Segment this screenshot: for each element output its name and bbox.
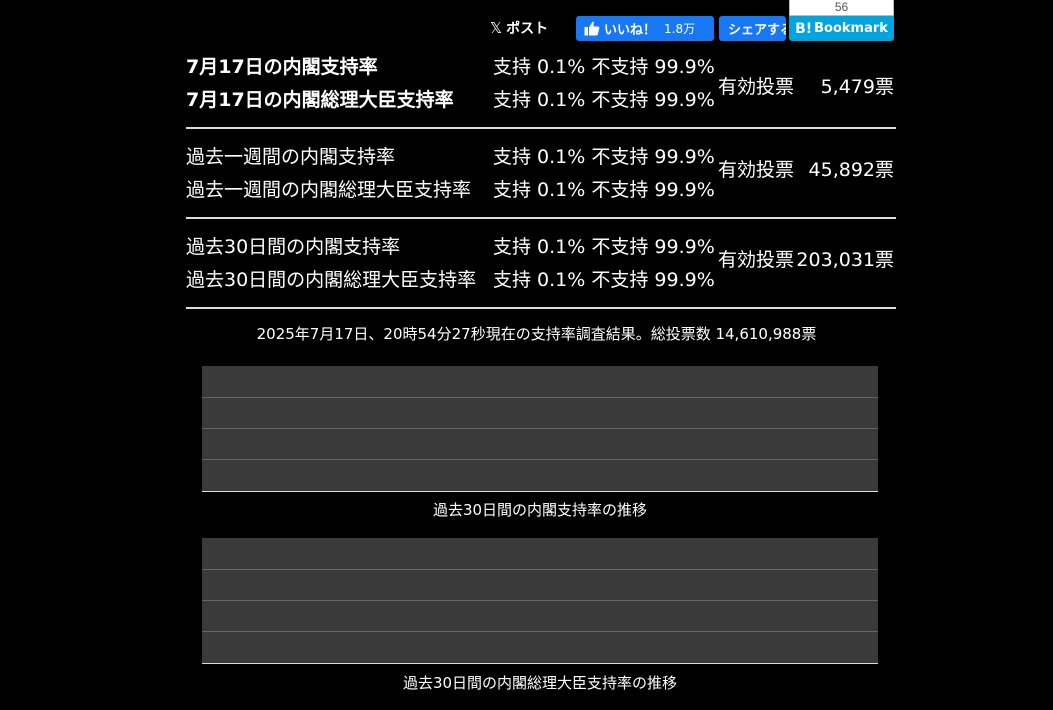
approval-results: 7月17日の内閣支持率 支持 0.1% 不支持 99.9% 7月17日の内閣総理… bbox=[186, 48, 896, 309]
result-label: 過去30日間の内閣総理大臣支持率 bbox=[186, 269, 477, 291]
facebook-share-label: シェアする bbox=[728, 23, 786, 38]
valid-votes-value: 5,479票 bbox=[820, 76, 894, 98]
x-post-button[interactable]: 𝕏 ポスト bbox=[490, 16, 548, 40]
cabinet-approval-trend-chart bbox=[202, 366, 878, 492]
results-today: 7月17日の内閣支持率 支持 0.1% 不支持 99.9% 7月17日の内閣総理… bbox=[186, 48, 896, 129]
x-logo-icon: 𝕏 bbox=[490, 19, 503, 37]
x-post-label: ポスト bbox=[506, 21, 549, 37]
result-rate: 支持 0.1% 不支持 99.9% bbox=[493, 56, 715, 78]
result-rate: 支持 0.1% 不支持 99.9% bbox=[493, 146, 715, 168]
valid-votes-label: 有効投票 bbox=[718, 76, 795, 98]
hatena-bookmark-label: Bookmark bbox=[814, 21, 888, 36]
hatena-bookmark-body[interactable]: B! Bookmark bbox=[789, 16, 894, 41]
valid-votes-value: 203,031票 bbox=[796, 249, 894, 271]
result-label: 過去一週間の内閣総理大臣支持率 bbox=[186, 179, 472, 201]
facebook-like-button[interactable]: いいね！ 1.8万 bbox=[576, 16, 714, 41]
hatena-bookmark-icon: B! bbox=[795, 20, 813, 37]
result-label: 過去30日間の内閣支持率 bbox=[186, 236, 401, 258]
valid-votes-label: 有効投票 bbox=[718, 249, 795, 271]
chart-gridline bbox=[202, 459, 878, 460]
result-rate: 支持 0.1% 不支持 99.9% bbox=[493, 89, 715, 111]
valid-votes-value: 45,892票 bbox=[808, 159, 894, 181]
result-label: 7月17日の内閣総理大臣支持率 bbox=[186, 89, 454, 111]
result-rate: 支持 0.1% 不支持 99.9% bbox=[493, 179, 715, 201]
thumbs-up-icon bbox=[584, 21, 600, 36]
cabinet-chart-caption: 過去30日間の内閣支持率の推移 bbox=[432, 501, 648, 519]
facebook-share-button[interactable]: シェアする bbox=[719, 16, 786, 41]
pm-approval-trend-chart bbox=[202, 538, 878, 664]
chart-gridline bbox=[202, 428, 878, 429]
result-rate: 支持 0.1% 不支持 99.9% bbox=[493, 236, 715, 258]
share-bar: 𝕏 ポスト いいね！ 1.8万 シェアする 56 B! Bookmark bbox=[0, 0, 1053, 44]
hatena-bookmark-button[interactable]: 56 B! Bookmark bbox=[789, 0, 894, 41]
pm-chart-caption: 過去30日間の内閣総理大臣支持率の推移 bbox=[402, 674, 678, 692]
result-rate: 支持 0.1% 不支持 99.9% bbox=[493, 269, 715, 291]
chart-gridline bbox=[202, 569, 878, 570]
chart-gridline bbox=[202, 397, 878, 398]
result-label: 7月17日の内閣支持率 bbox=[186, 56, 378, 78]
results-week: 過去一週間の内閣支持率 支持 0.1% 不支持 99.9% 過去一週間の内閣総理… bbox=[186, 129, 896, 219]
chart-gridline bbox=[202, 631, 878, 632]
survey-summary: 2025年7月17日、20時54分27秒現在の支持率調査結果。総投票数 14,6… bbox=[256, 325, 817, 343]
facebook-like-label: いいね！ bbox=[604, 23, 657, 38]
facebook-like-count: 1.8万 bbox=[664, 22, 696, 36]
valid-votes-label: 有効投票 bbox=[718, 159, 795, 181]
page: 𝕏 ポスト いいね！ 1.8万 シェアする 56 B! Bookmark 7月1… bbox=[0, 0, 1053, 710]
results-month: 過去30日間の内閣支持率 支持 0.1% 不支持 99.9% 過去30日間の内閣… bbox=[186, 219, 896, 309]
chart-gridline bbox=[202, 600, 878, 601]
result-label: 過去一週間の内閣支持率 bbox=[186, 146, 396, 168]
hatena-bookmark-count: 56 bbox=[789, 0, 894, 16]
